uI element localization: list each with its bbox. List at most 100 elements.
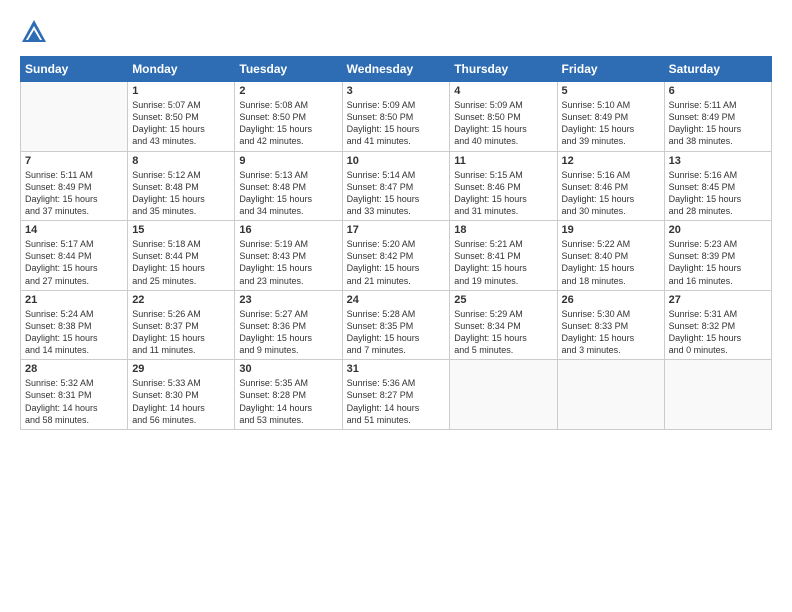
week-row-5: 28 Sunrise: 5:32 AM Sunset: 8:31 PM Dayli…: [21, 360, 772, 430]
day-number: 4: [454, 85, 552, 97]
day-cell: 6Sunrise: 5:11 AM Sunset: 8:49 PM Daylig…: [664, 82, 771, 152]
day-info: Sunrise: 5:15 AM Sunset: 8:46 PM Dayligh…: [454, 169, 552, 218]
col-header-monday: Monday: [128, 57, 235, 82]
day-number: 24: [347, 294, 446, 306]
day-info: Sunrise: 5:14 AM Sunset: 8:47 PM Dayligh…: [347, 169, 446, 218]
logo-icon: [20, 18, 48, 46]
header: [20, 18, 772, 46]
day-info: Sunrise: 5:20 AM Sunset: 8:42 PM Dayligh…: [347, 238, 446, 287]
day-info: Sunrise: 5:28 AM Sunset: 8:35 PM Dayligh…: [347, 308, 446, 357]
day-number: 30: [239, 363, 337, 375]
day-info: Sunrise: 5:12 AM Sunset: 8:48 PM Dayligh…: [132, 169, 230, 218]
day-info: Sunrise: 5:29 AM Sunset: 8:34 PM Dayligh…: [454, 308, 552, 357]
day-cell: [557, 360, 664, 430]
day-cell: 5 Sunrise: 5:10 AM Sunset: 8:49 PM Daylig…: [557, 82, 664, 152]
day-number: 9: [239, 155, 337, 167]
col-header-wednesday: Wednesday: [342, 57, 450, 82]
day-number: 19: [562, 224, 660, 236]
day-cell: 28 Sunrise: 5:32 AM Sunset: 8:31 PM Dayli…: [21, 360, 128, 430]
day-number: 8: [132, 155, 230, 167]
day-number: 28: [25, 363, 123, 375]
day-info: Sunrise: 5:11 AM Sunset: 8:49 PM Dayligh…: [669, 99, 767, 148]
day-number: 12: [562, 155, 660, 167]
day-cell: [664, 360, 771, 430]
day-info: Sunrise: 5:27 AM Sunset: 8:36 PM Dayligh…: [239, 308, 337, 357]
day-cell: 24 Sunrise: 5:28 AM Sunset: 8:35 PM Dayli…: [342, 290, 450, 360]
day-number: 2: [239, 85, 337, 97]
day-cell: [21, 82, 128, 152]
day-info: Sunrise: 5:10 AM Sunset: 8:49 PM Dayligh…: [562, 99, 660, 148]
day-cell: 17 Sunrise: 5:20 AM Sunset: 8:42 PM Dayli…: [342, 221, 450, 291]
page: SundayMondayTuesdayWednesdayThursdayFrid…: [0, 0, 792, 612]
day-number: 1: [132, 85, 230, 97]
week-row-1: 1 Sunrise: 5:07 AM Sunset: 8:50 PM Daylig…: [21, 82, 772, 152]
day-info: Sunrise: 5:21 AM Sunset: 8:41 PM Dayligh…: [454, 238, 552, 287]
day-number: 25: [454, 294, 552, 306]
day-number: 31: [347, 363, 446, 375]
calendar: SundayMondayTuesdayWednesdayThursdayFrid…: [20, 56, 772, 430]
day-cell: 25 Sunrise: 5:29 AM Sunset: 8:34 PM Dayli…: [450, 290, 557, 360]
day-number: 11: [454, 155, 552, 167]
day-number: 29: [132, 363, 230, 375]
day-cell: 14 Sunrise: 5:17 AM Sunset: 8:44 PM Dayli…: [21, 221, 128, 291]
day-info: Sunrise: 5:16 AM Sunset: 8:46 PM Dayligh…: [562, 169, 660, 218]
day-number: 27: [669, 294, 767, 306]
day-cell: 31Sunrise: 5:36 AM Sunset: 8:27 PM Dayli…: [342, 360, 450, 430]
day-number: 14: [25, 224, 123, 236]
day-info: Sunrise: 5:35 AM Sunset: 8:28 PM Dayligh…: [239, 377, 337, 426]
col-header-saturday: Saturday: [664, 57, 771, 82]
col-header-tuesday: Tuesday: [235, 57, 342, 82]
col-header-sunday: Sunday: [21, 57, 128, 82]
day-number: 17: [347, 224, 446, 236]
day-number: 5: [562, 85, 660, 97]
day-info: Sunrise: 5:33 AM Sunset: 8:30 PM Dayligh…: [132, 377, 230, 426]
day-cell: 22Sunrise: 5:26 AM Sunset: 8:37 PM Dayli…: [128, 290, 235, 360]
week-row-3: 14 Sunrise: 5:17 AM Sunset: 8:44 PM Dayli…: [21, 221, 772, 291]
day-cell: 9 Sunrise: 5:13 AM Sunset: 8:48 PM Daylig…: [235, 151, 342, 221]
day-cell: 10 Sunrise: 5:14 AM Sunset: 8:47 PM Dayli…: [342, 151, 450, 221]
day-cell: 15 Sunrise: 5:18 AM Sunset: 8:44 PM Dayli…: [128, 221, 235, 291]
day-cell: 27 Sunrise: 5:31 AM Sunset: 8:32 PM Dayli…: [664, 290, 771, 360]
day-number: 22: [132, 294, 230, 306]
day-cell: 12 Sunrise: 5:16 AM Sunset: 8:46 PM Dayli…: [557, 151, 664, 221]
day-cell: 1 Sunrise: 5:07 AM Sunset: 8:50 PM Daylig…: [128, 82, 235, 152]
day-cell: 16Sunrise: 5:19 AM Sunset: 8:43 PM Dayli…: [235, 221, 342, 291]
day-cell: [450, 360, 557, 430]
day-number: 23: [239, 294, 337, 306]
day-info: Sunrise: 5:31 AM Sunset: 8:32 PM Dayligh…: [669, 308, 767, 357]
day-info: Sunrise: 5:17 AM Sunset: 8:44 PM Dayligh…: [25, 238, 123, 287]
day-info: Sunrise: 5:24 AM Sunset: 8:38 PM Dayligh…: [25, 308, 123, 357]
day-cell: 7Sunrise: 5:11 AM Sunset: 8:49 PM Daylig…: [21, 151, 128, 221]
day-info: Sunrise: 5:13 AM Sunset: 8:48 PM Dayligh…: [239, 169, 337, 218]
day-number: 13: [669, 155, 767, 167]
day-info: Sunrise: 5:19 AM Sunset: 8:43 PM Dayligh…: [239, 238, 337, 287]
day-info: Sunrise: 5:08 AM Sunset: 8:50 PM Dayligh…: [239, 99, 337, 148]
day-cell: 21Sunrise: 5:24 AM Sunset: 8:38 PM Dayli…: [21, 290, 128, 360]
col-header-thursday: Thursday: [450, 57, 557, 82]
day-info: Sunrise: 5:32 AM Sunset: 8:31 PM Dayligh…: [25, 377, 123, 426]
week-row-2: 7Sunrise: 5:11 AM Sunset: 8:49 PM Daylig…: [21, 151, 772, 221]
day-info: Sunrise: 5:23 AM Sunset: 8:39 PM Dayligh…: [669, 238, 767, 287]
header-row: SundayMondayTuesdayWednesdayThursdayFrid…: [21, 57, 772, 82]
logo: [20, 18, 52, 46]
day-cell: 26Sunrise: 5:30 AM Sunset: 8:33 PM Dayli…: [557, 290, 664, 360]
day-number: 26: [562, 294, 660, 306]
day-cell: 20 Sunrise: 5:23 AM Sunset: 8:39 PM Dayli…: [664, 221, 771, 291]
day-number: 7: [25, 155, 123, 167]
day-number: 15: [132, 224, 230, 236]
col-header-friday: Friday: [557, 57, 664, 82]
day-info: Sunrise: 5:16 AM Sunset: 8:45 PM Dayligh…: [669, 169, 767, 218]
day-info: Sunrise: 5:09 AM Sunset: 8:50 PM Dayligh…: [347, 99, 446, 148]
day-info: Sunrise: 5:18 AM Sunset: 8:44 PM Dayligh…: [132, 238, 230, 287]
day-number: 20: [669, 224, 767, 236]
day-cell: 4Sunrise: 5:09 AM Sunset: 8:50 PM Daylig…: [450, 82, 557, 152]
day-cell: 23 Sunrise: 5:27 AM Sunset: 8:36 PM Dayli…: [235, 290, 342, 360]
day-cell: 13 Sunrise: 5:16 AM Sunset: 8:45 PM Dayli…: [664, 151, 771, 221]
day-number: 18: [454, 224, 552, 236]
day-cell: 2 Sunrise: 5:08 AM Sunset: 8:50 PM Daylig…: [235, 82, 342, 152]
day-number: 10: [347, 155, 446, 167]
day-cell: 8 Sunrise: 5:12 AM Sunset: 8:48 PM Daylig…: [128, 151, 235, 221]
day-info: Sunrise: 5:22 AM Sunset: 8:40 PM Dayligh…: [562, 238, 660, 287]
day-info: Sunrise: 5:07 AM Sunset: 8:50 PM Dayligh…: [132, 99, 230, 148]
day-cell: 11 Sunrise: 5:15 AM Sunset: 8:46 PM Dayli…: [450, 151, 557, 221]
